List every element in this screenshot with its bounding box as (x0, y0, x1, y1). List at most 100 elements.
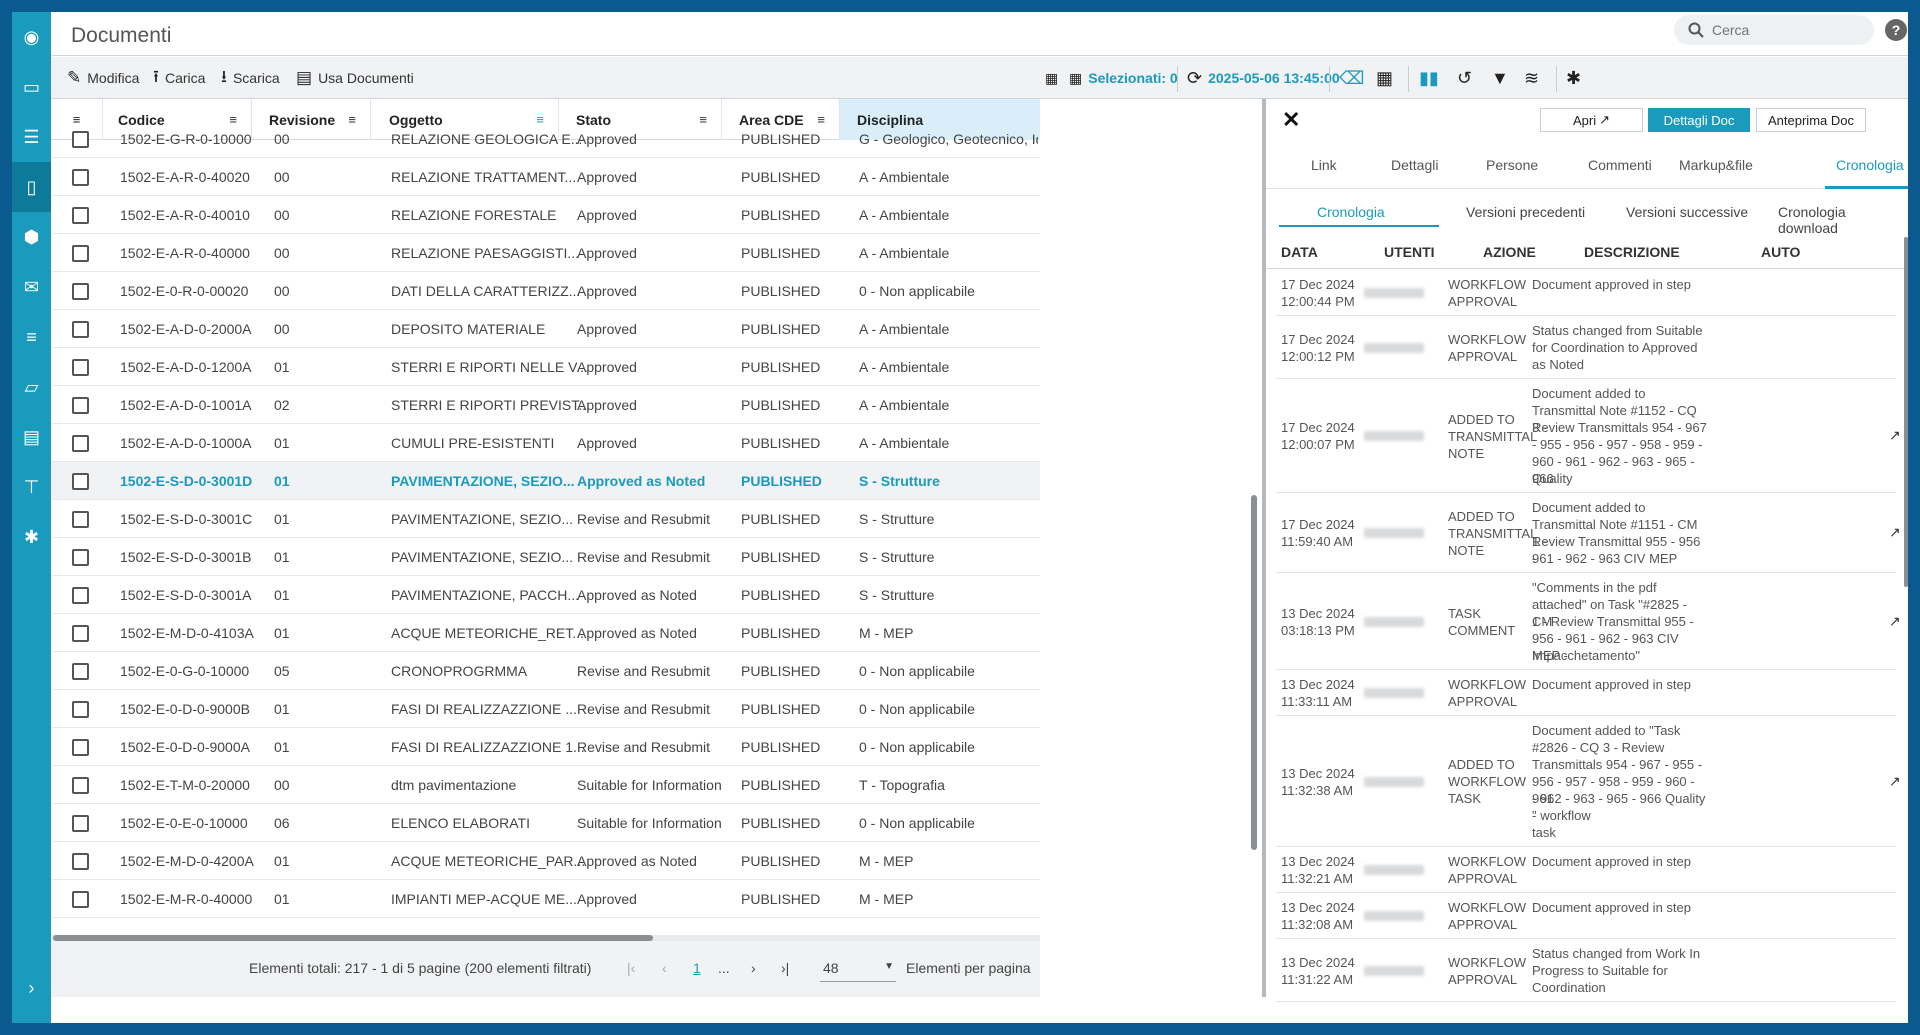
row-checkbox[interactable] (72, 663, 89, 680)
row-checkbox[interactable] (72, 511, 89, 528)
next-page-button[interactable]: › (751, 960, 756, 976)
folder-icon[interactable]: ▱ (12, 362, 51, 412)
open-button[interactable]: Apri ↗ (1540, 108, 1643, 132)
row-checkbox[interactable] (72, 739, 89, 756)
table-row[interactable]: 1502-E-A-D-0-1200A 01 STERRI E RIPORTI NEL… (51, 348, 1040, 386)
prev-page-button[interactable]: ‹ (662, 960, 667, 976)
sidebar-expand-icon[interactable]: › (12, 973, 51, 1003)
table-row[interactable]: 1502-E-A-D-0-1001A 02 STERRI E RIPORTI PRE… (51, 386, 1040, 424)
upload-button[interactable]: ⭱ Carica (153, 66, 205, 90)
search-input[interactable] (1712, 22, 1862, 38)
row-checkbox[interactable] (72, 625, 89, 642)
row-checkbox[interactable] (72, 283, 89, 300)
tab-link[interactable]: Link (1311, 157, 1337, 173)
calendar-add-icon[interactable]: ▦ (1045, 66, 1058, 90)
table-row[interactable]: 1502-E-S-D-0-3001D 01 PAVIMENTAZIONE, SEZI… (51, 462, 1040, 500)
row-checkbox[interactable] (72, 549, 89, 566)
grid-icon[interactable]: ▦ (1376, 66, 1393, 90)
org-chart-icon[interactable]: ⊤ (12, 462, 51, 512)
external-link-icon[interactable]: ↗ (1889, 773, 1901, 790)
vertical-scrollbar[interactable] (1251, 495, 1257, 850)
book-icon[interactable]: ▮▮ (1419, 66, 1439, 90)
external-link-icon[interactable]: ↗ (1889, 427, 1901, 444)
table-row[interactable]: 1502-E-0-D-0-9000A 01 FASI DI REALIZZAZZIO… (51, 728, 1040, 766)
chat-icon[interactable]: ▭ (12, 62, 51, 112)
package-icon[interactable]: ⬢ (12, 212, 51, 262)
page-1-button[interactable]: 1 (693, 960, 701, 976)
last-page-button[interactable]: ›| (781, 960, 789, 976)
subtab-download-history[interactable]: Cronologia download (1778, 204, 1908, 236)
subtab-previous-versions[interactable]: Versioni precedenti (1466, 204, 1585, 220)
table-row[interactable]: 1502-E-S-D-0-3001B 01 PAVIMENTAZIONE, SEZI… (51, 538, 1040, 576)
table-row[interactable]: 1502-E-A-D-0-1000A 01 CUMULI PRE-ESISTENTI… (51, 424, 1040, 462)
tab-commenti[interactable]: Commenti (1588, 157, 1652, 173)
history-icon[interactable]: ↺ (1457, 66, 1472, 90)
tab-cronologia[interactable]: Cronologia (1836, 157, 1904, 173)
layers-icon[interactable]: ≋ (1524, 66, 1539, 90)
first-page-button[interactable]: |‹ (627, 960, 635, 976)
table-row[interactable]: 1502-E-T-M-0-20000 00 dtm pavimentazione Su… (51, 766, 1040, 804)
table-row[interactable]: 1502-E-0-E-0-10000 06 ELENCO ELABORATI Suit… (51, 804, 1040, 842)
list-icon[interactable]: ☰ (12, 112, 51, 162)
document-details-button[interactable]: Dettagli Doc (1648, 108, 1750, 132)
row-checkbox[interactable] (72, 321, 89, 338)
mail-icon[interactable]: ✉ (12, 262, 51, 312)
help-icon[interactable]: ? (1885, 19, 1907, 41)
dashboard-icon[interactable]: ◉ (12, 12, 51, 62)
row-checkbox[interactable] (72, 473, 89, 490)
table-row[interactable]: 1502-E-G-R-0-10000 00 RELAZIONE GEOLOGICA … (51, 120, 1040, 158)
table-row[interactable]: 1502-E-0-G-0-10000 05 CRONOPROGRMMA Revise … (51, 652, 1040, 690)
settings-icon[interactable]: ✱ (1566, 66, 1581, 90)
row-checkbox[interactable] (72, 169, 89, 186)
eraser-icon[interactable]: ⌫ (1339, 66, 1364, 90)
edit-button[interactable]: ✎ Modifica (67, 66, 139, 90)
tab-dettagli[interactable]: Dettagli (1391, 157, 1438, 173)
refresh-timestamp[interactable]: ⟳ 2025-05-06 13:45:00 (1187, 66, 1340, 90)
tab-markup-file[interactable]: Markup&file (1679, 157, 1753, 173)
table-row[interactable]: 1502-E-S-D-0-3001A 01 PAVIMENTAZIONE, PACC… (51, 576, 1040, 614)
row-checkbox[interactable] (72, 701, 89, 718)
row-checkbox[interactable] (72, 359, 89, 376)
row-checkbox[interactable] (72, 207, 89, 224)
download-button[interactable]: ⭳ Scarica (221, 66, 280, 90)
row-checkbox[interactable] (72, 853, 89, 870)
cell-area-cde: PUBLISHED (741, 397, 821, 413)
row-checkbox[interactable] (72, 397, 89, 414)
stack-icon[interactable]: ≡ (12, 312, 51, 362)
row-checkbox[interactable] (72, 777, 89, 794)
table-row[interactable]: 1502-E-A-R-0-40020 00 RELAZIONE TRATTAMENT… (51, 158, 1040, 196)
subtab-next-versions[interactable]: Versioni successive (1626, 204, 1748, 220)
document-icon[interactable]: ▯ (12, 162, 51, 212)
selected-count[interactable]: ▦ Selezionati: 0 (1069, 66, 1178, 90)
external-link-icon[interactable]: ↗ (1889, 524, 1901, 541)
panel-scrollbar[interactable] (1904, 237, 1908, 587)
row-checkbox[interactable] (72, 587, 89, 604)
use-documents-button[interactable]: ▤ Usa Documenti (296, 66, 414, 90)
table-row[interactable]: 1502-E-A-D-0-2000A 00 DEPOSITO MATERIALE Ap… (51, 310, 1040, 348)
row-checkbox[interactable] (72, 131, 89, 148)
row-checkbox[interactable] (72, 435, 89, 452)
per-page-select[interactable]: 48 ▼ (820, 952, 896, 982)
row-checkbox[interactable] (72, 891, 89, 908)
preview-button[interactable]: Anteprima Doc (1756, 108, 1866, 132)
cell-codice: 1502-E-S-D-0-3001D (120, 473, 253, 489)
pagination-ellipsis[interactable]: ... (718, 960, 730, 976)
subtab-cronologia[interactable]: Cronologia (1317, 204, 1385, 220)
table-row[interactable]: 1502-E-A-R-0-40010 00 RELAZIONE FORESTALE A… (51, 196, 1040, 234)
table-row[interactable]: 1502-E-M-D-0-4200A 01 ACQUE METEORICHE_PAR… (51, 842, 1040, 880)
settings-icon[interactable]: ✱ (12, 512, 51, 562)
row-checkbox[interactable] (72, 245, 89, 262)
table-row[interactable]: 1502-E-0-D-0-9000B 01 FASI DI REALIZZAZZIO… (51, 690, 1040, 728)
close-icon[interactable]: ✕ (1282, 107, 1300, 133)
external-link-icon[interactable]: ↗ (1889, 613, 1901, 630)
tab-persone[interactable]: Persone (1486, 157, 1538, 173)
table-row[interactable]: 1502-E-M-R-0-40000 01 IMPIANTI MEP-ACQUE M… (51, 880, 1040, 918)
table-row[interactable]: 1502-E-S-D-0-3001C 01 PAVIMENTAZIONE, SEZI… (51, 500, 1040, 538)
table-row[interactable]: 1502-E-M-D-0-4103A 01 ACQUE METEORICHE_RET… (51, 614, 1040, 652)
file-icon[interactable]: ▤ (12, 412, 51, 462)
table-row[interactable]: 1502-E-0-R-0-00020 00 DATI DELLA CARATTERI… (51, 272, 1040, 310)
search-box[interactable] (1674, 15, 1874, 45)
row-checkbox[interactable] (72, 815, 89, 832)
filter-icon[interactable]: ▼ (1491, 66, 1509, 90)
table-row[interactable]: 1502-E-A-R-0-40000 00 RELAZIONE PAESAGGIST… (51, 234, 1040, 272)
